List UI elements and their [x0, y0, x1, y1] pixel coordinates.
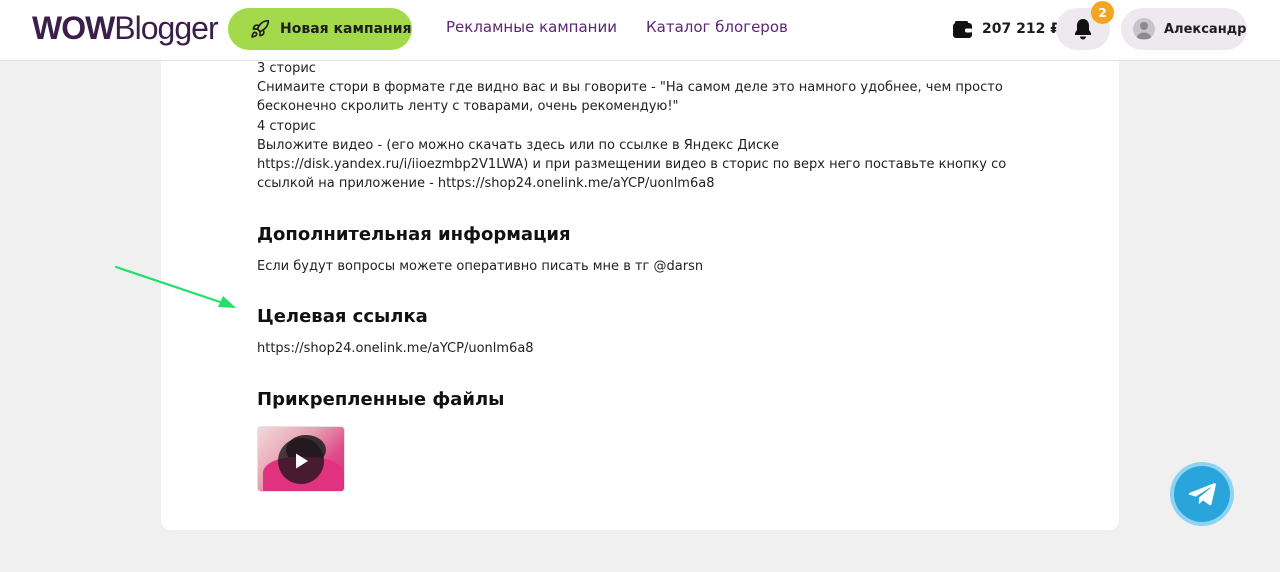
- attached-files-title: Прикрепленные файлы: [257, 389, 505, 410]
- bell-icon: [1075, 19, 1091, 40]
- user-name: Александр: [1164, 21, 1247, 37]
- target-link-url[interactable]: https://shop24.onelink.me/aYCP/uonlm6a8: [257, 341, 534, 356]
- nav-link-ad-campaigns[interactable]: Рекламные кампании: [446, 18, 617, 36]
- nav-link-blogger-catalog[interactable]: Каталог блогеров: [646, 18, 788, 36]
- additional-info-text: Если будут вопросы можете оперативно пис…: [257, 259, 704, 274]
- telegram-chat-button[interactable]: [1170, 462, 1234, 526]
- balance-display[interactable]: 207 212 ₽: [953, 17, 1060, 41]
- wowblogger-logo[interactable]: WOW Blogger: [32, 10, 219, 50]
- instruction-line: 3 сторис: [257, 61, 316, 76]
- instruction-line: Выложите видео - (его можно скачать здес…: [257, 137, 1007, 192]
- instruction-line: Снимаите стори в формате где видно вас и…: [257, 80, 1003, 115]
- play-icon: [278, 438, 324, 484]
- telegram-icon: [1188, 483, 1216, 506]
- logo-light-part: Blogger: [114, 10, 218, 46]
- user-profile-button[interactable]: Александр: [1121, 8, 1247, 50]
- additional-info-title: Дополнительная информация: [257, 224, 571, 245]
- new-campaign-button[interactable]: Новая кампания: [228, 8, 412, 50]
- notifications-count-badge: 2: [1091, 1, 1114, 24]
- top-navigation-bar: WOW Blogger Новая кампания Рекламные кам…: [0, 0, 1280, 61]
- attached-video-thumbnail[interactable]: [257, 426, 345, 492]
- campaign-details-card: 3 сторис Снимаите стори в формате где ви…: [161, 61, 1119, 530]
- target-link-title: Целевая ссылка: [257, 306, 428, 327]
- user-avatar-icon: [1133, 18, 1155, 40]
- logo-bold-part: WOW: [32, 10, 115, 46]
- instructions-text: 3 сторис Снимаите стори в формате где ви…: [257, 59, 1017, 193]
- balance-amount: 207 212 ₽: [982, 21, 1060, 37]
- rocket-icon: [251, 19, 270, 38]
- instruction-line: 4 сторис: [257, 118, 316, 134]
- new-campaign-label: Новая кампания: [280, 21, 412, 37]
- annotation-arrow-icon: [114, 265, 236, 308]
- wallet-icon: [953, 20, 972, 38]
